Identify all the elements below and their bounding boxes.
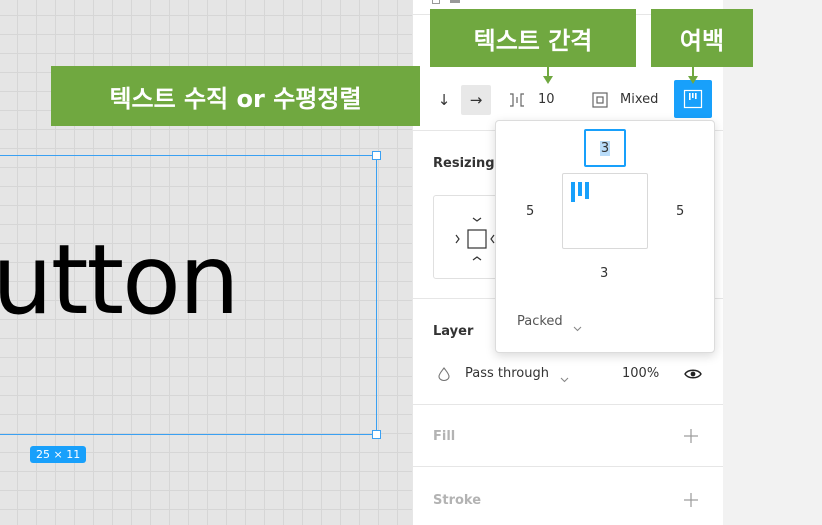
padding-bottom-input[interactable]: 3	[600, 266, 608, 281]
annotation-padding: 여백	[651, 9, 753, 67]
padding-top-input[interactable]: 3	[584, 129, 626, 167]
alignment-chevron-down-icon	[573, 317, 582, 336]
resize-handle-bottom-right[interactable]	[372, 430, 381, 439]
fill-title: Fill	[433, 429, 456, 444]
blend-mode-dropdown[interactable]: Pass through	[465, 366, 549, 381]
resize-handle-top-right[interactable]	[372, 151, 381, 160]
alignment-mode-dropdown[interactable]: Packed	[517, 314, 563, 329]
opacity-input[interactable]: 100%	[622, 366, 659, 381]
add-fill-plus-icon[interactable]	[684, 428, 698, 447]
direction-vertical-button[interactable]: ↓	[429, 85, 459, 115]
annotation-spacing: 텍스트 간격	[430, 9, 636, 67]
size-badge: 25 × 11	[30, 446, 87, 463]
eye-icon[interactable]	[684, 366, 702, 385]
add-stroke-plus-icon[interactable]	[684, 492, 698, 511]
padding-left-input[interactable]: 5	[526, 204, 534, 219]
alignment-bars-icon	[571, 182, 589, 202]
resizing-title: Resizing	[433, 156, 495, 171]
padding-popover: 3 5 5 3 Packed	[495, 120, 715, 353]
direction-horizontal-button[interactable]: →	[461, 85, 491, 115]
spacing-icon	[508, 92, 526, 112]
fill-divider	[412, 466, 723, 467]
top-icon-fragment	[432, 0, 440, 4]
blend-mode-icon	[438, 366, 450, 385]
alignment-padding-button[interactable]	[674, 80, 712, 118]
arrow-right-icon: →	[469, 91, 483, 109]
button-text-layer[interactable]: utton	[0, 232, 240, 328]
chevron-down-icon	[560, 368, 569, 387]
alignment-icon	[683, 89, 703, 109]
padding-right-input[interactable]: 5	[676, 204, 684, 219]
padding-mode-label[interactable]: Mixed	[620, 92, 658, 107]
panel-gutter	[723, 0, 822, 525]
alignment-preview[interactable]	[562, 173, 648, 249]
padding-top-value: 3	[599, 140, 611, 156]
resizing-control[interactable]	[433, 195, 503, 279]
layer-divider	[412, 404, 723, 405]
arrow-down-icon: ↓	[437, 91, 451, 109]
stroke-title: Stroke	[433, 493, 482, 508]
annotation-spacing-arrowhead	[543, 76, 553, 84]
padding-icon	[592, 92, 608, 112]
annotation-direction: 텍스트 수직 or 수평정렬	[51, 66, 420, 126]
spacing-input[interactable]: 10	[538, 92, 555, 107]
top-text-fragment	[450, 0, 460, 3]
annotation-padding-arrowhead	[688, 76, 698, 84]
layer-title: Layer	[433, 324, 474, 339]
